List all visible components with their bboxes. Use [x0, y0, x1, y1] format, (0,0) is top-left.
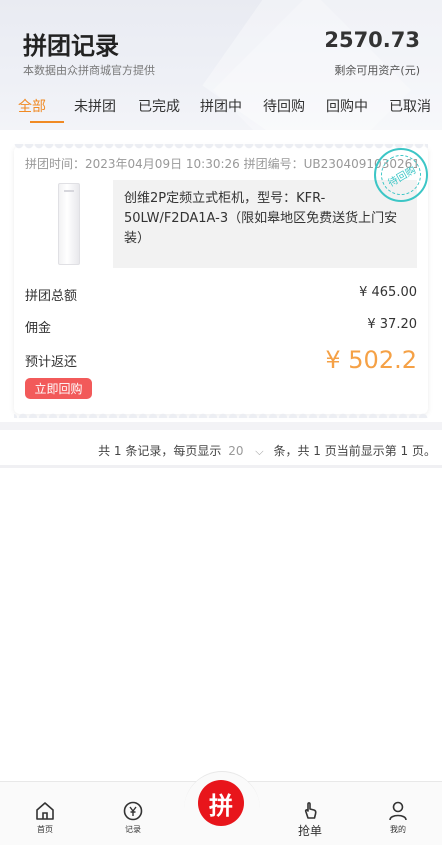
card-scallop-edge [14, 144, 428, 152]
tab-pending-buyback[interactable]: 待回购 [263, 96, 305, 116]
expected-return-value: ¥ 502.2 [325, 346, 417, 374]
status-tabs: 全部 未拼团 已完成 拼团中 待回购 回购中 已取消 [0, 94, 442, 126]
center-pin-button[interactable]: 拼 [198, 780, 244, 826]
tab-buying-back[interactable]: 回购中 [326, 96, 368, 116]
pagination: 共 1 条记录，每页显示 20 ⌵ 条，共 1 页当前显示第 1 页。 [0, 430, 442, 468]
status-stamp: 待回购 [373, 147, 429, 203]
divider [0, 422, 442, 430]
page-title: 拼团记录 [23, 32, 119, 60]
tab-grouping[interactable]: 拼团中 [200, 96, 242, 116]
home-icon [36, 802, 54, 820]
tab-grab-label: 抢单 [297, 824, 322, 838]
tab-mine[interactable]: 我的 [368, 800, 428, 835]
buyback-button[interactable]: 立即回购 [25, 378, 92, 399]
tab-cancelled[interactable]: 已取消 [389, 96, 431, 116]
tab-records-label: 记录 [125, 825, 141, 834]
tab-grab[interactable]: 抢单 [280, 800, 340, 839]
air-conditioner-image [58, 183, 80, 265]
order-meta: 拼团时间：2023年04月09日 10:30:26 拼团编号：UB2304091… [25, 157, 417, 171]
commission-label: 佣金 [25, 321, 52, 336]
tab-records[interactable]: 记录 [103, 800, 163, 835]
balance-amount: 2570.73 [324, 28, 420, 52]
product-image [25, 180, 113, 268]
total-amount-value: ¥ 465.00 [359, 285, 417, 300]
tap-hand-icon [304, 802, 317, 819]
page-size-select[interactable]: 20 [228, 444, 243, 458]
product-name: 创维2P定频立式柜机，型号：KFR-50LW/F2DA1A-3（限如皋地区免费送… [124, 191, 398, 246]
tab-completed[interactable]: 已完成 [138, 96, 180, 116]
product-info[interactable]: 创维2P定频立式柜机，型号：KFR-50LW/F2DA1A-3（限如皋地区免费送… [25, 180, 417, 268]
commission-value: ¥ 37.20 [367, 317, 417, 332]
pagination-prefix: 共 1 条记录，每页显示 [98, 444, 222, 458]
page-subtitle: 本数据由众拼商城官方提供 [23, 64, 155, 77]
tab-all[interactable]: 全部 [18, 96, 46, 116]
pagination-suffix: 条，共 1 页当前显示第 1 页。 [273, 444, 436, 458]
order-card: 拼团时间：2023年04月09日 10:30:26 拼团编号：UB2304091… [14, 144, 429, 418]
yen-clock-icon [123, 801, 143, 821]
tab-not-grouped[interactable]: 未拼团 [74, 96, 116, 116]
stamp-text: 待回购 [373, 147, 429, 203]
header: 拼团记录 本数据由众拼商城官方提供 2570.73 剩余可用资产(元) 全部 未… [0, 0, 442, 130]
total-amount-label: 拼团总额 [25, 289, 78, 304]
tab-home-label: 首页 [37, 825, 53, 834]
pagination-text: 共 1 条记录，每页显示 20 ⌵ 条，共 1 页当前显示第 1 页。 [98, 442, 436, 459]
tab-home[interactable]: 首页 [15, 800, 75, 835]
card-scallop-edge [14, 410, 428, 418]
tab-mine-label: 我的 [390, 825, 406, 834]
active-tab-indicator [30, 121, 64, 123]
expected-return-label: 预计返还 [25, 355, 78, 370]
balance-label: 剩余可用资产(元) [334, 64, 420, 77]
chevron-down-icon[interactable]: ⌵ [255, 445, 263, 458]
user-icon [389, 801, 407, 821]
